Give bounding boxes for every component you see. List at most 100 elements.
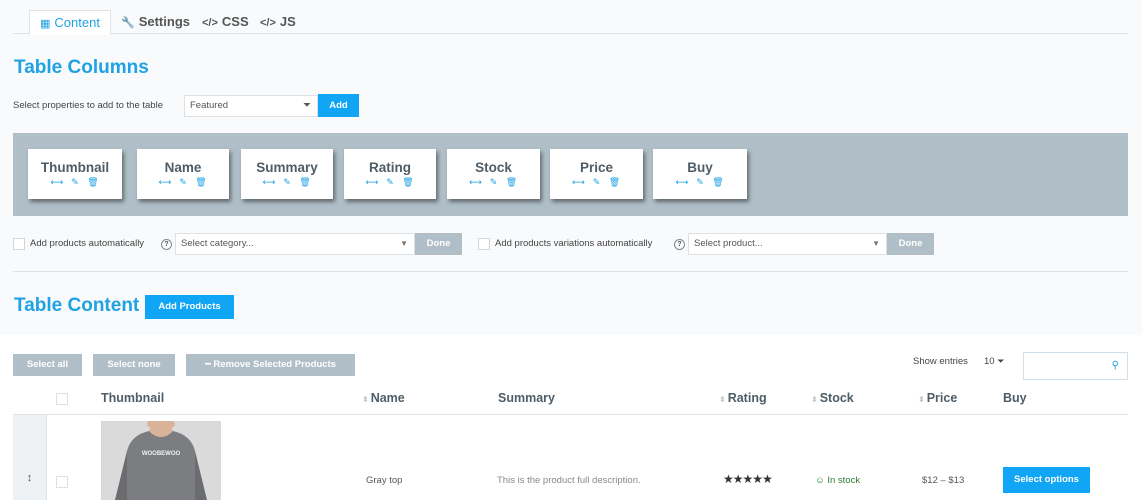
column-card-price[interactable]: Price ⟷ ✎ 🗑 [550,149,643,199]
help-icon[interactable]: ? [161,239,172,250]
edit-icon[interactable]: ✎ [588,177,606,188]
product-thumbnail: WOOBEWOO [101,421,221,500]
remove-selected-button[interactable]: ━ Remove Selected Products [186,354,355,376]
header-stock-label: Stock [819,391,854,405]
header-thumbnail: Thumbnail [101,391,165,405]
row-stock-label: In stock [827,475,861,486]
table-content-title: Table Content [14,295,140,316]
edit-icon[interactable]: ✎ [174,177,192,188]
tab-content[interactable]: ▦ Content [29,10,111,35]
header-rating[interactable]: ⬍ Rating [719,391,767,405]
edit-icon[interactable]: ✎ [66,177,84,188]
thumb-logo-text: WOOBEWOO [142,451,181,457]
tab-content-label: Content [54,15,100,30]
entries-select-value: 10 [984,356,995,367]
column-card-label: Summary [256,160,318,175]
resize-icon[interactable]: ⟷ [673,177,691,188]
columns-bar: Thumbnail ⟷ ✎ 🗑 Name ⟷ ✎ 🗑 Summary ⟷ ✎ 🗑 Ratin… [13,133,1128,216]
header-price[interactable]: ⬍ Price [918,391,957,405]
category-select[interactable]: Select category... ▼ [175,233,415,255]
column-card-label: Price [579,160,614,175]
trash-icon[interactable]: 🗑 [399,177,417,188]
add-products-auto-label: Add products automatically [30,238,145,249]
tab-js[interactable]: </> JS [260,10,296,34]
row-rating-stars: ★★★★★ [723,472,773,486]
code-icon: </> [260,17,276,29]
trash-icon[interactable]: 🗑 [192,177,210,188]
add-products-auto-checkbox[interactable] [13,238,25,250]
resize-icon[interactable]: ⟷ [260,177,278,188]
product-done-button[interactable]: Done [887,233,934,255]
header-name-label: Name [370,391,405,405]
column-card-name[interactable]: Name ⟷ ✎ 🗑 [137,149,229,199]
gray-top-image: WOOBEWOO [101,421,221,500]
resize-icon[interactable]: ⟷ [156,177,174,188]
trash-icon[interactable]: 🗑 [296,177,314,188]
code-icon: </> [202,17,218,29]
resize-icon[interactable]: ⟷ [363,177,381,188]
column-card-label: Name [164,160,202,175]
category-select-placeholder: Select category... [181,238,254,249]
sort-icon: ⬍ [811,395,818,404]
trash-icon[interactable]: 🗑 [606,177,624,188]
resize-icon[interactable]: ⟷ [570,177,588,188]
tab-css[interactable]: </> CSS [202,10,249,34]
star-icon: ★ [732,472,744,486]
column-card-thumbnail[interactable]: Thumbnail ⟷ ✎ 🗑 [28,149,122,199]
header-stock[interactable]: ⬍ Stock [811,391,854,405]
column-card-summary[interactable]: Summary ⟷ ✎ 🗑 [241,149,333,199]
add-variations-auto-checkbox[interactable] [478,238,490,250]
product-select[interactable]: Select product... ▼ [688,233,887,255]
select-all-rows-checkbox[interactable] [56,393,68,405]
edit-icon[interactable]: ✎ [278,177,296,188]
add-column-button[interactable]: Add [318,94,359,117]
row-name: Gray top [366,475,403,486]
smile-icon: ☺ [815,475,825,486]
add-products-button[interactable]: Add Products [145,295,234,319]
tab-css-label: CSS [221,14,249,29]
chevron-down-icon: ▼ [872,239,880,248]
row-stock: ☺ In stock [815,475,860,486]
column-card-rating[interactable]: Rating ⟷ ✎ 🗑 [344,149,436,199]
editor-tabs: ▦ Content 🔧 Settings </> CSS </> JS [13,10,1128,35]
header-price-label: Price [926,391,958,405]
tab-settings-label: Settings [138,14,190,29]
add-variations-auto-label: Add products variations automatically [495,238,653,249]
select-none-button[interactable]: Select none [93,354,175,376]
edit-icon[interactable]: ✎ [381,177,399,188]
star-icon: ★ [742,472,754,486]
column-card-buy[interactable]: Buy ⟷ ✎ 🗑 [653,149,747,199]
properties-select-value: Featured [190,100,229,111]
header-name[interactable]: ⬍ Name [362,391,405,405]
table-search-input[interactable]: ⚲ [1023,352,1128,380]
edit-icon[interactable]: ✎ [485,177,503,188]
trash-icon[interactable]: 🗑 [84,177,102,188]
section-divider [13,271,1128,272]
resize-icon[interactable]: ⟷ [48,177,66,188]
help-icon[interactable]: ? [674,239,685,250]
table-columns-title: Table Columns [14,57,149,78]
row-checkbox[interactable] [56,476,68,488]
entries-select[interactable]: 10 ⏷ [984,356,1004,367]
chevron-down-icon: ⏷ [997,356,1005,366]
select-options-button[interactable]: Select options [1003,467,1090,493]
select-all-button[interactable]: Select all [13,354,82,376]
drag-icon: ↕ [26,472,33,484]
trash-icon[interactable]: 🗑 [709,177,727,188]
sort-icon: ⬍ [719,395,726,404]
remove-selected-label: Remove Selected Products [213,359,336,370]
row-drag-handle[interactable]: ↕ [13,415,47,500]
resize-icon[interactable]: ⟷ [467,177,485,188]
product-select-placeholder: Select product... [694,238,763,249]
column-card-stock[interactable]: Stock ⟷ ✎ 🗑 [447,149,540,199]
select-properties-label: Select properties to add to the table [13,100,163,111]
tab-js-label: JS [279,14,296,29]
tab-settings[interactable]: 🔧 Settings [121,10,190,34]
properties-select[interactable]: Featured ⏷ [184,95,318,117]
trash-icon[interactable]: 🗑 [503,177,521,188]
category-done-button[interactable]: Done [415,233,462,255]
edit-icon[interactable]: ✎ [691,177,709,188]
column-card-label: Stock [475,160,512,175]
row-summary: This is the product full description. [497,475,641,486]
column-card-label: Buy [687,160,713,175]
